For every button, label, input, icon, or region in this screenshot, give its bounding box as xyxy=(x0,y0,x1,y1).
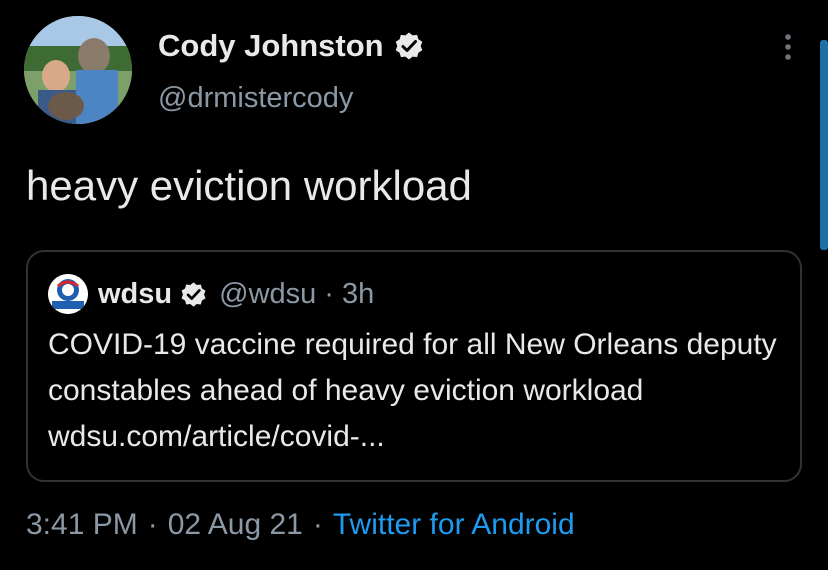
quoted-author-handle[interactable]: @wdsu xyxy=(219,278,316,311)
scrollbar-thumb[interactable] xyxy=(820,40,828,250)
author-handle[interactable]: @drmistercody xyxy=(158,82,353,115)
quoted-author-name[interactable]: wdsu xyxy=(98,278,172,311)
author-avatar[interactable] xyxy=(24,16,132,124)
profile-photo-icon xyxy=(24,16,132,124)
tweet-time[interactable]: 3:41 PM xyxy=(26,508,138,542)
quoted-tweet-header: wdsu @wdsu · 3h xyxy=(48,274,374,314)
separator-dot: · xyxy=(147,508,158,541)
author-name-row[interactable]: Cody Johnston xyxy=(158,28,424,64)
wdsu-logo-icon xyxy=(48,274,88,314)
tweet-text: heavy eviction workload xyxy=(26,162,472,209)
more-options-icon[interactable] xyxy=(778,32,798,62)
separator-dot: · xyxy=(324,277,334,310)
quoted-tweet-card[interactable]: wdsu @wdsu · 3h COVID-19 vaccine require… xyxy=(26,250,802,482)
author-display-name[interactable]: Cody Johnston xyxy=(158,28,384,64)
verified-badge-icon xyxy=(181,281,206,307)
quoted-tweet-text: COVID-19 vaccine required for all New Or… xyxy=(48,328,777,453)
tweet-meta: 3:41 PM · 02 Aug 21 · Twitter for Androi… xyxy=(26,508,575,542)
tweet-date[interactable]: 02 Aug 21 xyxy=(168,508,303,542)
separator-dot: · xyxy=(312,508,323,541)
verified-badge-icon xyxy=(395,32,422,60)
quoted-author-avatar[interactable] xyxy=(48,274,88,314)
tweet-source-link[interactable]: Twitter for Android xyxy=(333,508,575,542)
quoted-tweet-time[interactable]: 3h xyxy=(342,278,374,311)
